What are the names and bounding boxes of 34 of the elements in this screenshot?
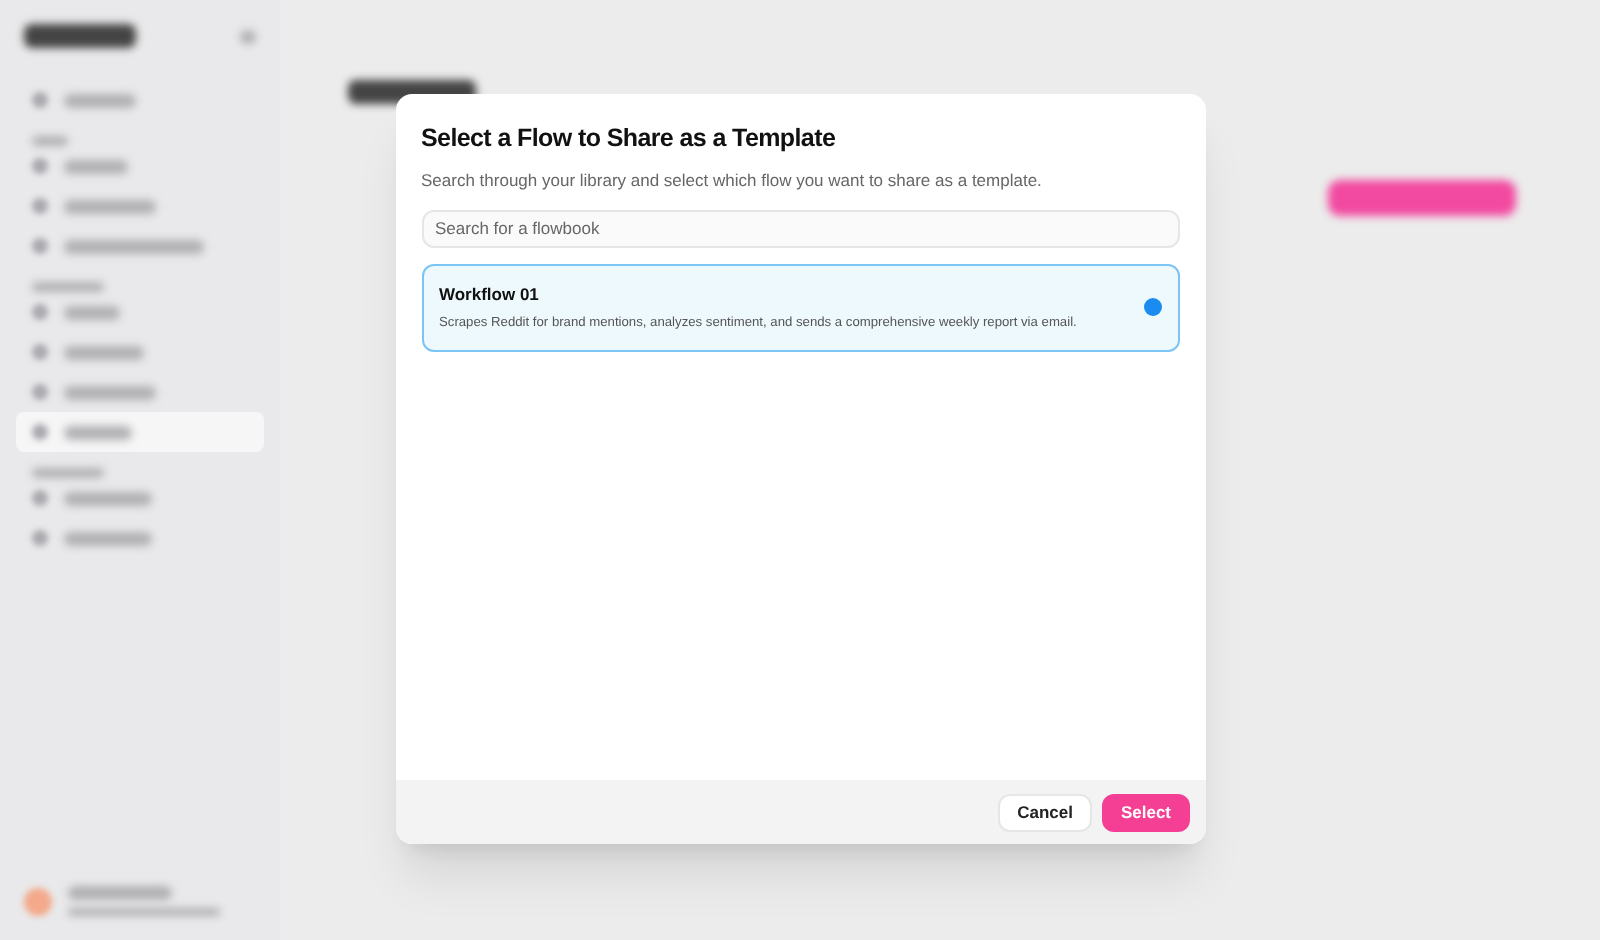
flow-name: Workflow 01 xyxy=(439,281,541,307)
blurred-icon xyxy=(32,530,48,546)
select-button[interactable]: Select xyxy=(1102,793,1189,831)
blurred-icon xyxy=(32,158,48,174)
blurred-icon xyxy=(32,344,48,360)
blurred-text xyxy=(24,24,136,48)
blurred-text xyxy=(64,305,120,319)
blurred-text xyxy=(64,345,144,359)
blurred-icon xyxy=(32,198,48,214)
blurred-text xyxy=(64,531,152,545)
blurred-icon xyxy=(32,490,48,506)
cancel-button[interactable]: Cancel xyxy=(997,793,1093,831)
blurred-text xyxy=(64,199,156,213)
blurred-icon xyxy=(32,304,48,320)
blurred-icon xyxy=(32,384,48,400)
blurred-icon xyxy=(32,424,48,440)
blurred-icon xyxy=(32,92,48,108)
blurred-text xyxy=(32,136,68,146)
avatar xyxy=(24,887,52,915)
blurred-text xyxy=(32,282,104,292)
blurred-text xyxy=(32,468,104,478)
blurred-text xyxy=(240,29,256,43)
blurred-text xyxy=(68,886,172,900)
blurred-text xyxy=(64,491,152,505)
search-field[interactable]: Search for a flowbook xyxy=(421,209,1179,247)
blurred-text xyxy=(64,239,204,253)
blurred-text xyxy=(64,425,132,439)
dialog-title: Select a Flow to Share as a Template xyxy=(421,122,838,156)
blurred-text xyxy=(64,385,156,399)
radio-button[interactable] xyxy=(1143,298,1161,317)
blurred-icon xyxy=(32,238,48,254)
dialog-subtitle: Search through your library and select which flow you want to share as a template. xyxy=(421,167,1044,193)
blurred-text xyxy=(64,159,128,173)
blurred-text xyxy=(64,93,136,107)
